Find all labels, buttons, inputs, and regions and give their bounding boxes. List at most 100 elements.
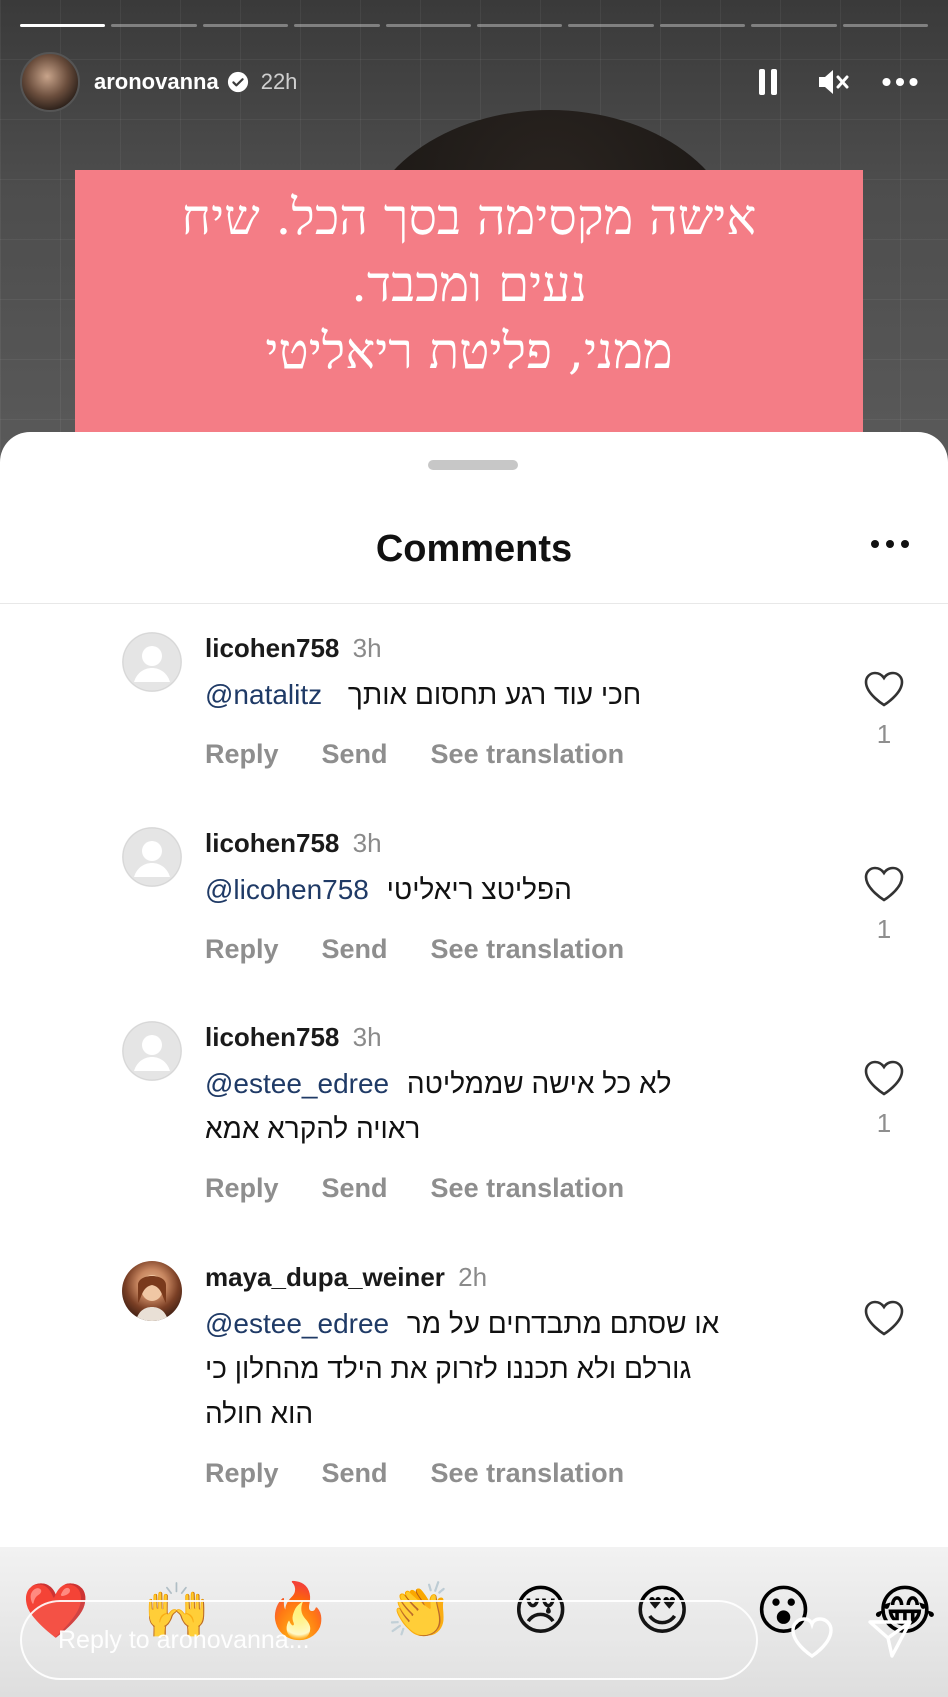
pause-button[interactable] (750, 64, 786, 100)
progress-segment (659, 24, 746, 27)
send-button[interactable]: Send (322, 934, 388, 965)
story-header: aronovanna 22h (20, 50, 918, 114)
like-control: 1 (860, 1059, 908, 1139)
comment-item: licohen758 3h @licohen758 הפליטצ ריאליטי… (0, 827, 948, 1021)
comment-actions: Reply Send See translation (205, 1458, 828, 1489)
reply-button[interactable]: Reply (205, 739, 279, 770)
like-count: 1 (876, 719, 892, 749)
like-control (860, 1299, 908, 1348)
banner-line: נעים ומכבד. (351, 255, 587, 313)
more-horizontal-icon[interactable] (870, 534, 910, 554)
avatar[interactable] (122, 827, 182, 887)
divider (0, 603, 948, 604)
mention-link[interactable]: @natalitz (205, 679, 322, 710)
comment-time: 3h (352, 828, 382, 858)
comment-line: @estee_edree או שסתם מתבדחים על מר (205, 1301, 828, 1346)
story-author-avatar[interactable] (20, 52, 80, 112)
comment-text: @estee_edree או שסתם מתבדחים על מר גורלם… (205, 1301, 828, 1436)
comment-line: @licohen758 הפליטצ ריאליטי (205, 867, 828, 912)
send-button[interactable]: Send (322, 1458, 388, 1489)
reply-button[interactable]: Reply (205, 934, 279, 965)
mute-button[interactable] (816, 64, 852, 100)
user-photo-avatar (136, 1275, 168, 1321)
comment-actions: Reply Send See translation (205, 739, 828, 770)
comment-header: licohen758 3h (205, 827, 828, 859)
comment-line: ראויה להקרא אמא (205, 1113, 421, 1144)
avatar[interactable] (122, 1261, 182, 1321)
story-progress-bar (20, 24, 929, 27)
comment-username[interactable]: licohen758 (205, 1022, 339, 1052)
comment-text-segment: הפליטצ ריאליטי (386, 874, 572, 905)
comment-time: 2h (458, 1262, 488, 1292)
see-translation-button[interactable]: See translation (431, 1458, 625, 1489)
comment-line: @natalitz חכי עוד רגע תחסום אותך (205, 672, 828, 717)
like-count: 1 (876, 1108, 892, 1138)
default-avatar-icon (122, 827, 182, 887)
comment-username[interactable]: licohen758 (205, 633, 339, 663)
like-control: 1 (860, 865, 908, 945)
comment-line: @estee_edree לא כל אישה שממליטה (205, 1061, 828, 1106)
see-translation-button[interactable]: See translation (431, 1173, 625, 1204)
avatar[interactable] (122, 1021, 182, 1081)
default-avatar-icon (122, 632, 182, 692)
reply-input[interactable]: Reply to aronovanna... (20, 1600, 758, 1680)
banner-line: ממני, פליטת ריאליטי (265, 322, 673, 380)
verified-badge-icon (227, 71, 248, 93)
comment-username[interactable]: licohen758 (205, 828, 339, 858)
like-control: 1 (860, 670, 908, 750)
send-paper-plane-icon[interactable] (866, 1614, 914, 1662)
see-translation-button[interactable]: See translation (431, 934, 625, 965)
comment-header: licohen758 3h (205, 632, 828, 664)
mention-link[interactable]: @licohen758 (205, 874, 369, 905)
progress-segment (568, 24, 654, 27)
comment-item: licohen758 3h @estee_edree לא כל אישה שמ… (0, 1021, 948, 1261)
speaker-muted-icon (819, 70, 849, 94)
pause-icon (759, 69, 777, 95)
sheet-title: Comments (375, 528, 573, 570)
progress-segment (294, 24, 380, 27)
like-story-heart-icon[interactable] (788, 1614, 836, 1662)
progress-segment (111, 24, 197, 27)
comment-time: 3h (352, 633, 382, 663)
story-author-username[interactable]: aronovanna (94, 69, 219, 95)
comment-text-segment: לא כל אישה שממליטה (406, 1068, 672, 1099)
progress-segment (751, 24, 837, 27)
comment-time: 3h (352, 1022, 382, 1052)
see-translation-button[interactable]: See translation (431, 739, 625, 770)
story-text-banner: אישה מקסימה בסך הכל. שיח נעים ומכבד. ממנ… (75, 170, 863, 470)
sheet-drag-handle[interactable] (428, 460, 518, 470)
banner-line: אישה מקסימה בסך הכל. שיח (181, 188, 757, 246)
reply-button[interactable]: Reply (205, 1173, 279, 1204)
heart-icon[interactable] (863, 1059, 905, 1097)
comment-list: licohen758 3h @natalitz חכי עוד רגע תחסו… (0, 632, 948, 1541)
story-timestamp: 22h (260, 69, 298, 94)
comment-header: licohen758 3h (205, 1021, 828, 1053)
comment-text-segment: חכי עוד רגע תחסום אותך (347, 679, 642, 710)
like-count: 1 (876, 914, 892, 944)
comment-text: @estee_edree לא כל אישה שממליטה ראויה לה… (205, 1061, 828, 1151)
reply-button[interactable]: Reply (205, 1458, 279, 1489)
default-avatar-icon (122, 1021, 182, 1081)
comment-username[interactable]: maya_dupa_weiner (205, 1262, 445, 1292)
story-more-button[interactable] (882, 64, 918, 100)
mention-link[interactable]: @estee_edree (205, 1068, 389, 1099)
send-button[interactable]: Send (322, 739, 388, 770)
progress-segment (477, 24, 563, 27)
heart-icon[interactable] (863, 1299, 905, 1337)
progress-segment (842, 24, 929, 27)
comment-text: @licohen758 הפליטצ ריאליטי (205, 867, 828, 912)
avatar[interactable] (122, 632, 182, 692)
story-controls (750, 64, 918, 100)
comment-header: maya_dupa_weiner 2h (205, 1261, 828, 1293)
heart-icon[interactable] (863, 865, 905, 903)
heart-icon[interactable] (863, 670, 905, 708)
reply-placeholder: Reply to aronovanna... (58, 1625, 310, 1654)
comments-sheet: Comments licohen758 3h @natalitz חכי עוד… (0, 432, 948, 1697)
progress-segment (385, 24, 472, 27)
send-button[interactable]: Send (322, 1173, 388, 1204)
comment-item: licohen758 3h @natalitz חכי עוד רגע תחסו… (0, 632, 948, 827)
comment-item: maya_dupa_weiner 2h @estee_edree או שסתם… (0, 1261, 948, 1541)
mention-link[interactable]: @estee_edree (205, 1308, 389, 1339)
progress-segment (20, 24, 106, 27)
progress-segment (202, 24, 289, 27)
